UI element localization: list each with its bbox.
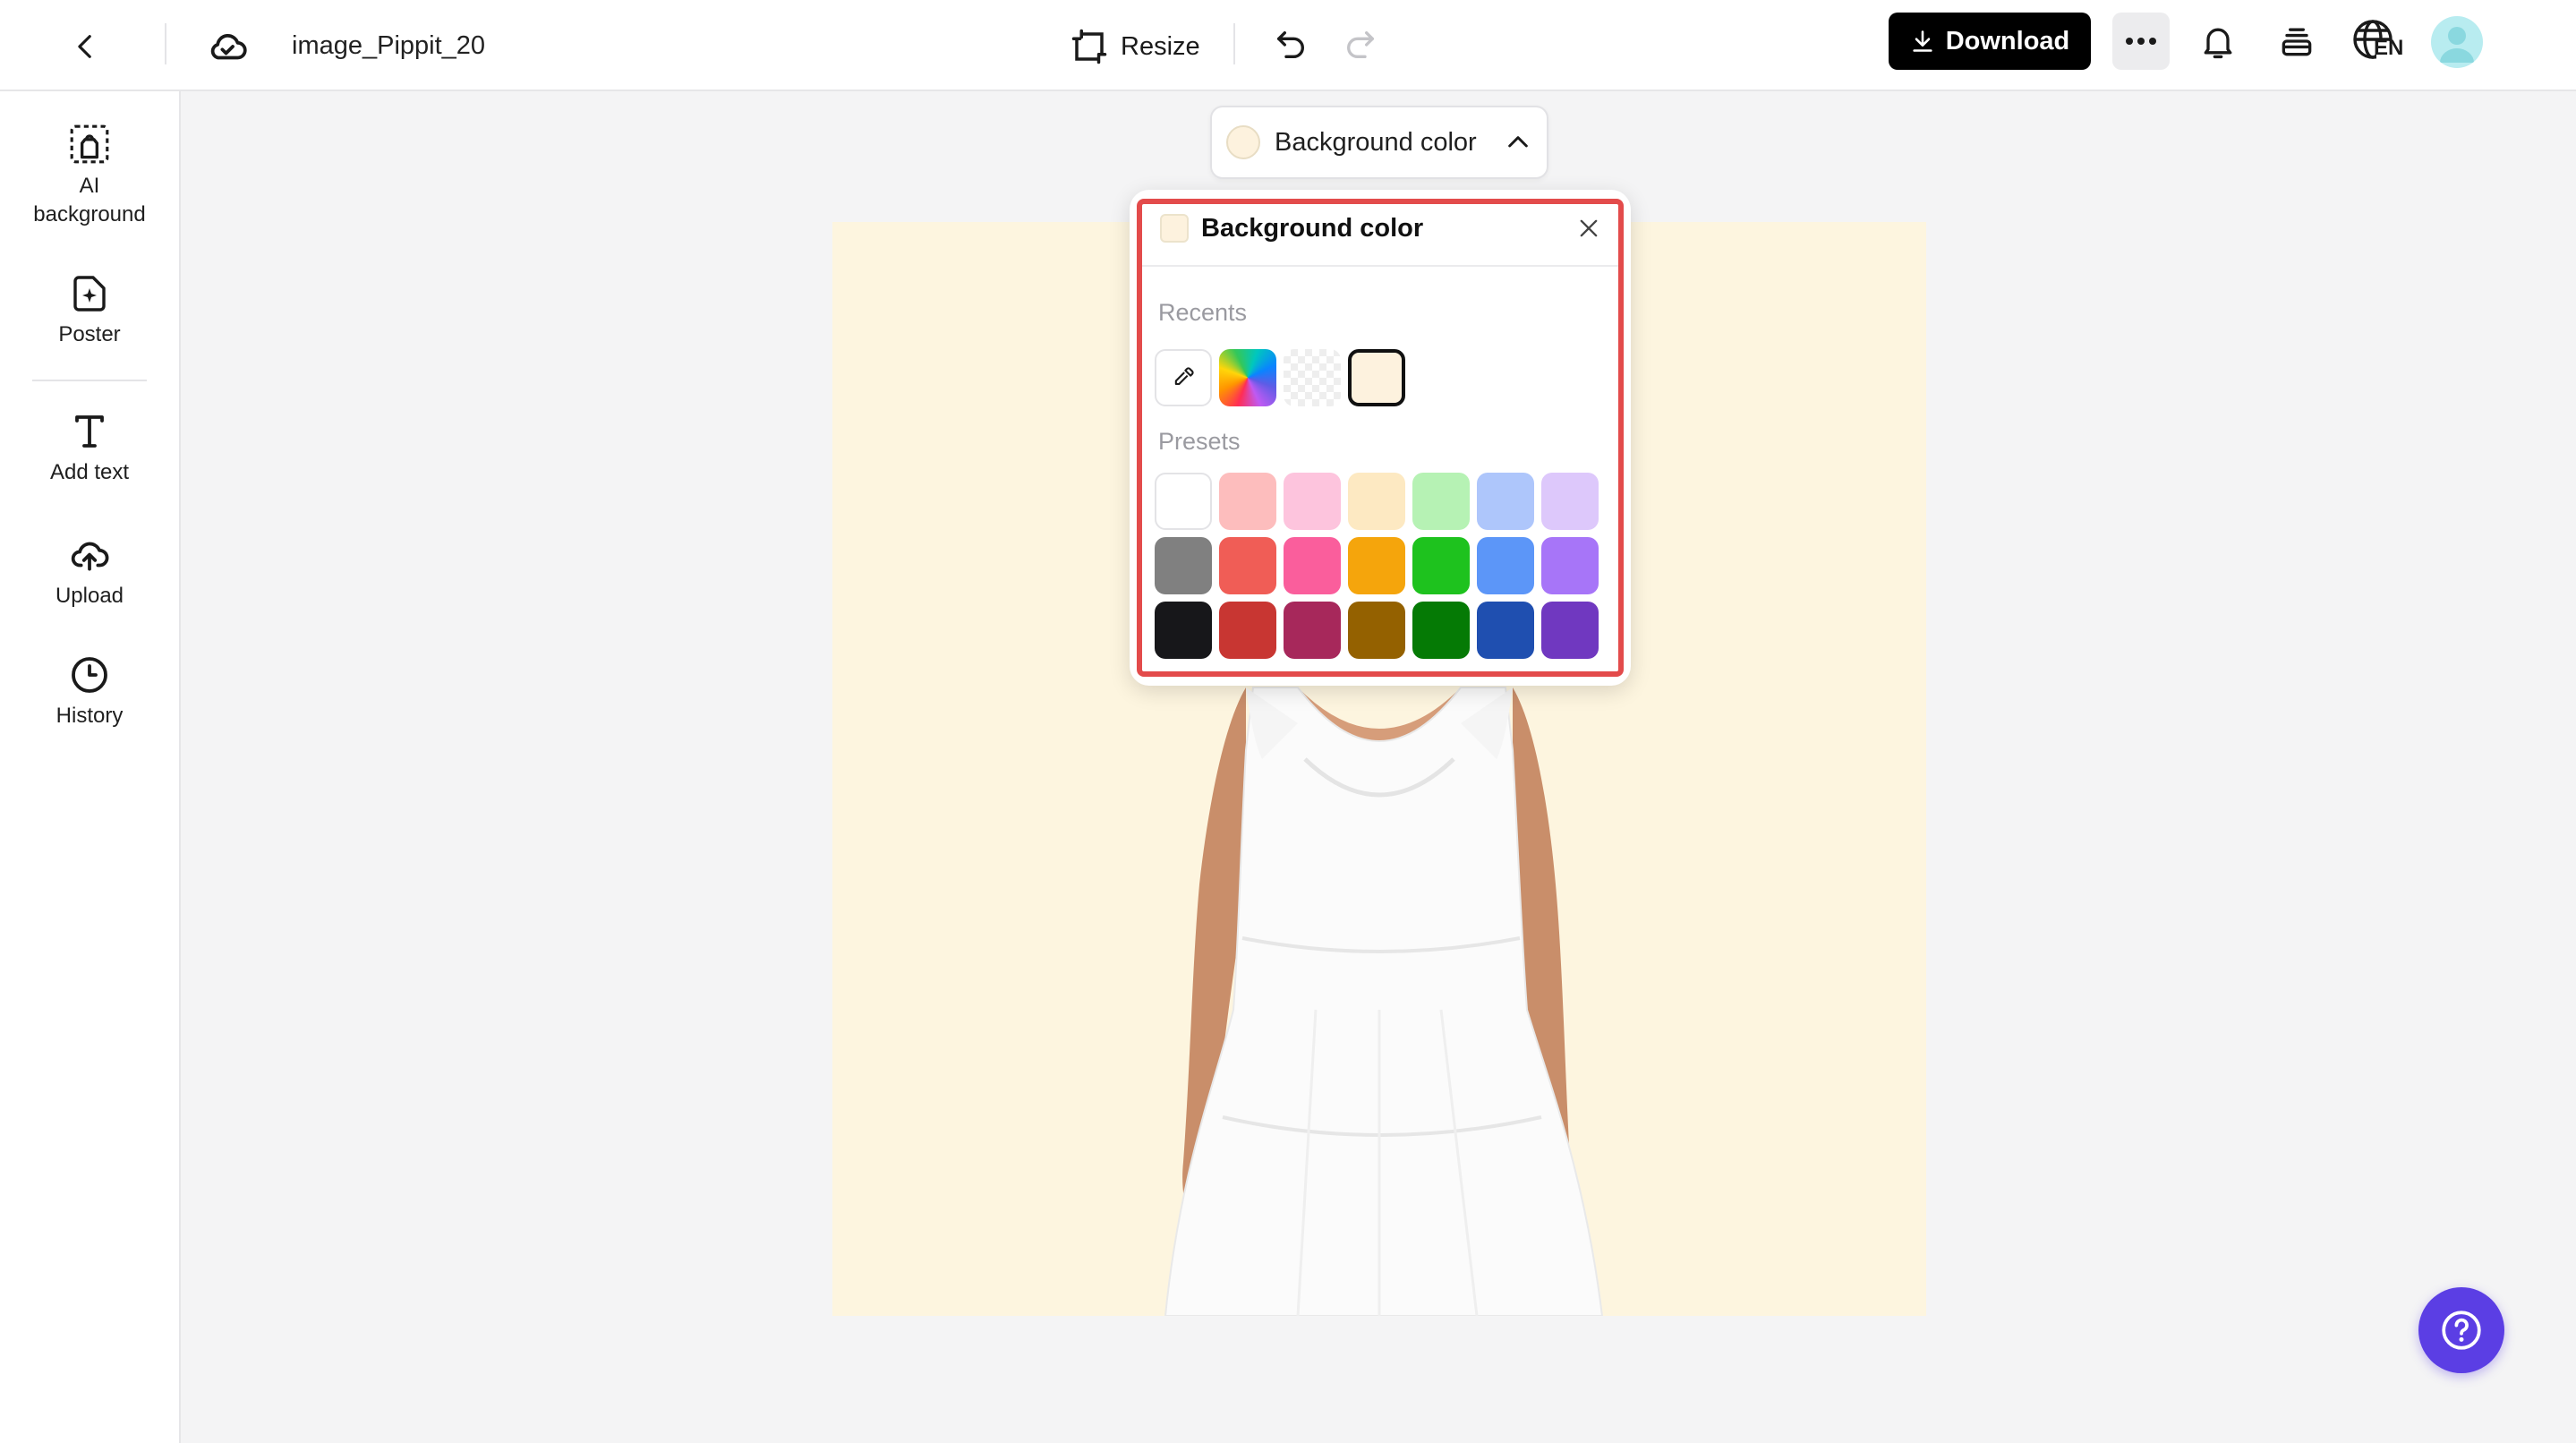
custom-color-swatch[interactable] <box>1219 349 1276 406</box>
cloud-sync-button[interactable] <box>199 18 256 75</box>
preset-color-swatch[interactable] <box>1541 602 1599 659</box>
preset-color-swatch[interactable] <box>1284 537 1341 594</box>
preset-color-swatch[interactable] <box>1412 537 1470 594</box>
notifications-button[interactable] <box>2191 14 2245 68</box>
redo-icon <box>1347 31 1374 58</box>
background-color-panel: Background color Recents Presets <box>1130 190 1631 686</box>
undo-button[interactable] <box>1264 18 1318 72</box>
preset-color-swatch[interactable] <box>1219 473 1276 530</box>
download-label: Download <box>1945 26 2070 56</box>
preset-color-swatch[interactable] <box>1155 537 1212 594</box>
presets-label: Presets <box>1158 428 1241 455</box>
preset-color-swatch[interactable] <box>1284 602 1341 659</box>
preset-color-swatch[interactable] <box>1477 602 1534 659</box>
recent-color-swatch[interactable] <box>1348 349 1405 406</box>
question-circle-icon <box>2442 1311 2481 1350</box>
resize-icon <box>1071 29 1107 64</box>
chevron-left-icon <box>78 35 91 58</box>
download-button[interactable]: Download <box>1889 13 2091 70</box>
download-icon <box>1913 30 1932 52</box>
help-button[interactable] <box>2418 1287 2504 1373</box>
sidebar-item-label: AI background <box>33 174 146 226</box>
back-button[interactable] <box>59 20 113 73</box>
left-sidebar: AI background Poster Add text Upload His… <box>0 91 181 1443</box>
close-button[interactable] <box>1572 211 1606 245</box>
language-code: EN <box>2374 36 2404 60</box>
background-color-toggle[interactable]: Background color <box>1210 106 1548 179</box>
eyedropper-icon <box>1174 367 1194 386</box>
preset-color-swatch[interactable] <box>1412 473 1470 530</box>
preset-color-swatch[interactable] <box>1155 473 1212 530</box>
sidebar-item-label: Upload <box>55 584 124 608</box>
poster-icon <box>73 276 106 312</box>
resize-label: Resize <box>1121 31 1200 61</box>
transparent-swatch[interactable] <box>1284 349 1341 406</box>
more-button[interactable] <box>2112 13 2170 70</box>
resize-button[interactable]: Resize <box>1070 20 1200 73</box>
user-avatar[interactable] <box>2431 16 2483 68</box>
preset-color-swatch[interactable] <box>1477 473 1534 530</box>
panel-header: Background color <box>1160 208 1423 249</box>
preset-color-swatch[interactable] <box>1348 537 1405 594</box>
preset-color-swatch[interactable] <box>1412 602 1470 659</box>
sidebar-item-add-text[interactable]: Add text <box>0 410 179 487</box>
sidebar-divider <box>32 380 147 381</box>
sidebar-item-label: History <box>55 704 124 728</box>
clock-icon <box>72 657 107 693</box>
recents-label: Recents <box>1158 299 1248 326</box>
bell-icon <box>2204 28 2232 59</box>
layers-button[interactable] <box>2270 14 2324 68</box>
top-bar: image_Pippit_20 Resize Download EN <box>0 0 2576 91</box>
panel-divider <box>1142 265 1618 267</box>
background-color-label: Background color <box>1275 127 1477 157</box>
panel-title: Background color <box>1201 213 1424 243</box>
sidebar-item-ai-background[interactable]: AI background <box>0 122 179 229</box>
preset-color-swatch[interactable] <box>1348 473 1405 530</box>
chevron-up-icon <box>1507 136 1528 148</box>
sidebar-item-history[interactable]: History <box>0 653 179 730</box>
preset-color-swatch[interactable] <box>1155 602 1212 659</box>
divider <box>165 23 166 64</box>
redo-button[interactable] <box>1334 18 1387 72</box>
sidebar-item-upload[interactable]: Upload <box>0 532 179 610</box>
sidebar-item-label: Poster <box>58 322 121 346</box>
more-horizontal-icon <box>2126 38 2156 45</box>
preset-color-swatch[interactable] <box>1219 537 1276 594</box>
panel-color-swatch <box>1160 214 1189 243</box>
preset-color-swatch[interactable] <box>1541 537 1599 594</box>
text-icon <box>75 415 104 448</box>
divider <box>1233 23 1235 64</box>
close-icon <box>1580 219 1598 237</box>
preset-color-swatch[interactable] <box>1541 473 1599 530</box>
layers-icon <box>2282 28 2312 56</box>
file-name[interactable]: image_Pippit_20 <box>292 25 485 66</box>
preset-color-swatch[interactable] <box>1348 602 1405 659</box>
user-avatar-icon <box>2440 27 2474 63</box>
sidebar-item-poster[interactable]: Poster <box>0 272 179 349</box>
sidebar-item-label: Add text <box>49 460 130 484</box>
preset-color-swatch[interactable] <box>1219 602 1276 659</box>
eyedropper-button[interactable] <box>1155 349 1212 406</box>
cloud-sync-icon <box>210 34 247 60</box>
preset-color-swatch[interactable] <box>1477 537 1534 594</box>
current-color-swatch <box>1226 125 1260 159</box>
preset-color-swatch[interactable] <box>1284 473 1341 530</box>
undo-icon <box>1277 31 1304 58</box>
ai-background-icon <box>70 124 109 164</box>
language-button[interactable]: EN <box>2347 13 2410 70</box>
upload-cloud-icon <box>71 542 109 571</box>
